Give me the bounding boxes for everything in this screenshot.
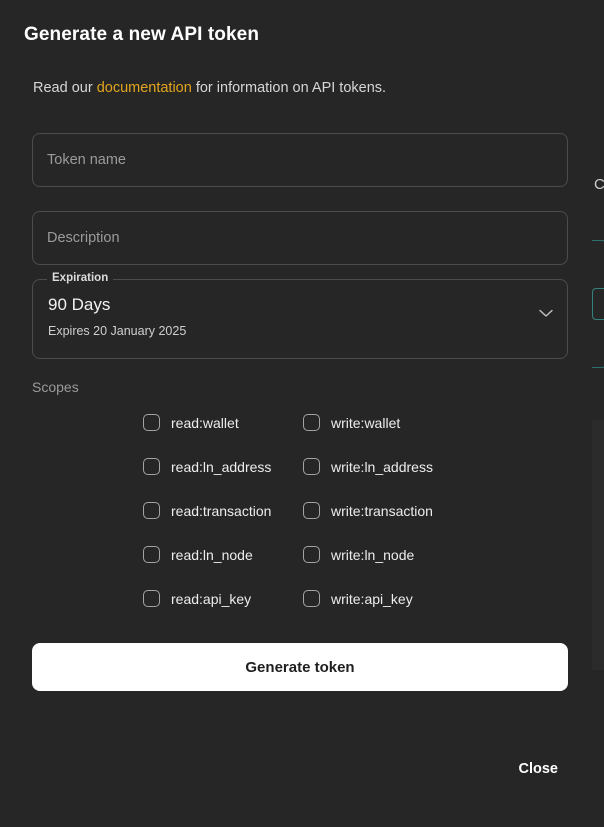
scope-label: read:ln_address: [171, 458, 272, 475]
scope-row: read:api_key write:api_key: [143, 590, 563, 634]
dialog-subtitle: Read our documentation for information o…: [33, 80, 386, 96]
scope-item-write-wallet[interactable]: write:wallet: [303, 414, 503, 431]
scope-item-write-transaction[interactable]: write:transaction: [303, 502, 503, 519]
expiration-select[interactable]: Expiration 90 Days Expires 20 January 20…: [32, 272, 568, 359]
checkbox-icon[interactable]: [143, 458, 160, 475]
expiration-expiry-date: Expires 20 January 2025: [48, 324, 187, 338]
scope-label: read:ln_node: [171, 546, 253, 563]
scope-label: read:wallet: [171, 414, 239, 431]
scope-row: read:ln_address write:ln_address: [143, 458, 563, 502]
scope-row: read:wallet write:wallet: [143, 414, 563, 458]
generate-api-token-dialog: Generate a new API token Read our docume…: [0, 0, 592, 815]
scope-label: write:ln_node: [331, 546, 415, 563]
scope-item-read-api-key[interactable]: read:api_key: [143, 590, 303, 607]
scope-item-read-ln-address[interactable]: read:ln_address: [143, 458, 303, 475]
subtitle-prefix: Read our: [33, 80, 97, 96]
checkbox-icon[interactable]: [303, 414, 320, 431]
scope-row: read:transaction write:transaction: [143, 502, 563, 546]
token-name-input[interactable]: [32, 133, 568, 187]
background-partial-text: C: [594, 176, 604, 193]
checkbox-icon[interactable]: [303, 502, 320, 519]
scopes-grid: read:wallet write:wallet read:ln_address…: [143, 414, 563, 634]
scope-label: read:transaction: [171, 502, 272, 519]
scope-label: write:ln_address: [331, 458, 433, 475]
scope-label: write:transaction: [331, 502, 433, 519]
generate-token-button[interactable]: Generate token: [32, 643, 568, 691]
expiration-value: 90 Days: [48, 295, 111, 314]
scopes-label: Scopes: [32, 379, 79, 395]
checkbox-icon[interactable]: [143, 502, 160, 519]
checkbox-icon[interactable]: [303, 590, 320, 607]
description-input[interactable]: [32, 211, 568, 265]
scope-item-write-ln-address[interactable]: write:ln_address: [303, 458, 503, 475]
checkbox-icon[interactable]: [143, 546, 160, 563]
close-button[interactable]: Close: [511, 755, 567, 783]
background-panel-inner: [592, 288, 604, 320]
scope-item-read-transaction[interactable]: read:transaction: [143, 502, 303, 519]
scope-label: write:wallet: [331, 414, 401, 431]
scope-item-read-ln-node[interactable]: read:ln_node: [143, 546, 303, 563]
checkbox-icon[interactable]: [143, 590, 160, 607]
scope-item-read-wallet[interactable]: read:wallet: [143, 414, 303, 431]
scope-label: write:api_key: [331, 590, 413, 607]
scope-row: read:ln_node write:ln_node: [143, 546, 563, 590]
scope-item-write-ln-node[interactable]: write:ln_node: [303, 546, 503, 563]
checkbox-icon[interactable]: [303, 458, 320, 475]
scope-label: read:api_key: [171, 590, 252, 607]
chevron-down-icon: [539, 309, 553, 318]
checkbox-icon[interactable]: [143, 414, 160, 431]
expiration-legend: Expiration: [47, 272, 114, 284]
subtitle-suffix: for information on API tokens.: [191, 80, 387, 96]
checkbox-icon[interactable]: [303, 546, 320, 563]
dialog-title: Generate a new API token: [24, 24, 260, 45]
scope-item-write-api-key[interactable]: write:api_key: [303, 590, 503, 607]
documentation-link[interactable]: documentation: [97, 80, 192, 96]
